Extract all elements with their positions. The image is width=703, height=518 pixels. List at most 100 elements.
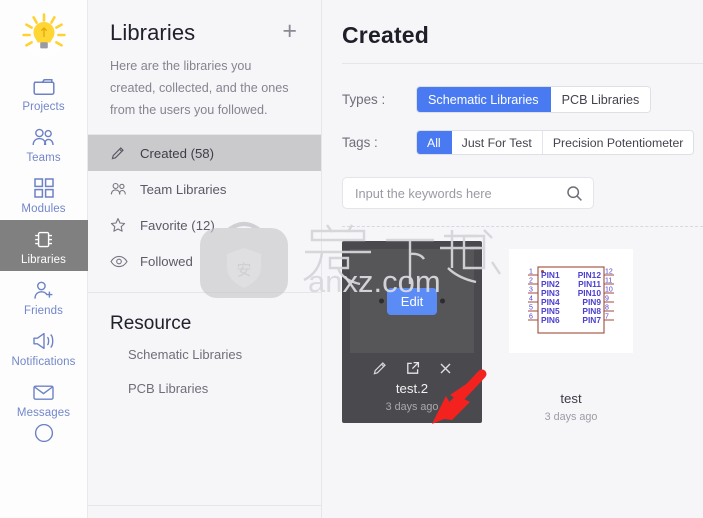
- icon-rail: Projects Teams Modules Libraries Friends…: [0, 0, 88, 518]
- panel-title: Libraries: [110, 20, 196, 45]
- card-timestamp: 3 days ago: [544, 411, 598, 423]
- users-icon: [110, 181, 129, 197]
- sidebar-label-libraries: Libraries: [20, 254, 66, 266]
- resource-label-pcb: PCB Libraries: [128, 380, 209, 396]
- sidebar-item-projects[interactable]: Projects: [0, 67, 88, 118]
- panel-label-created: Created (58): [140, 145, 215, 161]
- close-x-icon[interactable]: [438, 361, 453, 376]
- tags-filter-row: Tags : All Just For Test Precision Poten…: [342, 130, 703, 155]
- plus-icon[interactable]: +: [280, 19, 299, 44]
- app-logo[interactable]: [20, 11, 68, 59]
- schematic-symbol-icon: 1 2 3 4 5 6 12 11 10 9 8 7 PIN1 PIN2 PIN…: [528, 266, 614, 334]
- library-card[interactable]: 1 2 3 4 5 6 12 11 10 9 8 7 PIN1 PIN2 PIN…: [502, 241, 640, 423]
- sidebar-label-teams: Teams: [26, 152, 61, 164]
- panel-divider-bottom: [88, 505, 321, 506]
- panel-nav-list: Created (58) Team Libraries Favorite (12…: [88, 135, 321, 279]
- title-divider: [342, 63, 703, 64]
- library-card-grid: Edit test.2 3 days ago 1 2 3 4 5 6 12 11…: [342, 241, 703, 423]
- search-input[interactable]: [355, 185, 566, 201]
- panel-item-team-libraries[interactable]: Team Libraries: [88, 171, 321, 207]
- svg-text:8: 8: [605, 305, 609, 312]
- svg-text:10: 10: [605, 287, 613, 294]
- tags-label: Tags :: [342, 135, 378, 150]
- section-divider-dashed: [342, 226, 703, 227]
- svg-text:3: 3: [529, 287, 533, 294]
- search-row: [342, 177, 703, 209]
- panel-item-followed[interactable]: Followed: [88, 243, 321, 279]
- svg-text:12: 12: [605, 269, 613, 276]
- panel-label-favorite: Favorite (12): [140, 217, 215, 233]
- library-card-selected[interactable]: Edit test.2 3 days ago: [342, 241, 482, 423]
- panel-label-team-libraries: Team Libraries: [140, 181, 227, 197]
- main-content: Created Types : Schematic Libraries PCB …: [322, 0, 703, 518]
- panel-description: Here are the libraries you created, coll…: [110, 59, 289, 117]
- envelope-icon: [31, 380, 56, 404]
- sidebar-item-overflow[interactable]: [0, 424, 88, 442]
- eye-icon: [110, 253, 129, 269]
- type-option-schematic-libraries[interactable]: Schematic Libraries: [417, 87, 551, 112]
- sidebar-item-modules[interactable]: Modules: [0, 169, 88, 220]
- sidebar-label-messages: Messages: [16, 407, 71, 419]
- sidebar-label-notifications: Notifications: [11, 356, 76, 368]
- svg-text:5: 5: [529, 305, 533, 312]
- pin-dot-right: [440, 298, 446, 304]
- svg-text:PIN6: PIN6: [541, 315, 560, 325]
- circle-partial-icon: [33, 424, 55, 442]
- user-plus-icon: [32, 278, 56, 302]
- svg-text:6: 6: [529, 314, 533, 321]
- svg-text:7: 7: [605, 314, 609, 321]
- panel-header: Libraries + Here are the libraries you c…: [88, 0, 321, 121]
- card-thumbnail-symbol: 1 2 3 4 5 6 12 11 10 9 8 7 PIN1 PIN2 PIN…: [509, 249, 633, 353]
- card-title: test: [560, 391, 582, 406]
- sidebar-item-friends[interactable]: Friends: [0, 271, 88, 322]
- libraries-panel: Libraries + Here are the libraries you c…: [88, 0, 322, 518]
- card-action-bar: [350, 356, 474, 380]
- grid-squares-icon: [33, 176, 55, 200]
- types-segmented-control: Schematic Libraries PCB Libraries: [416, 86, 652, 113]
- app-window: Projects Teams Modules Libraries Friends…: [0, 0, 703, 518]
- resource-item-pcb-libraries[interactable]: PCB Libraries: [88, 371, 321, 405]
- resource-title: Resource: [110, 313, 192, 334]
- megaphone-icon: [31, 329, 56, 353]
- card-timestamp: 3 days ago: [385, 401, 439, 413]
- sidebar-label-modules: Modules: [21, 203, 66, 215]
- types-label: Types :: [342, 92, 386, 107]
- tags-segmented-control: All Just For Test Precision Potentiomete…: [416, 130, 695, 155]
- star-icon: [110, 217, 129, 233]
- resource-label-schematic: Schematic Libraries: [128, 346, 243, 362]
- svg-text:1: 1: [529, 269, 533, 276]
- svg-text:9: 9: [605, 296, 609, 303]
- chip-icon: [32, 227, 55, 251]
- search-icon[interactable]: [566, 185, 583, 202]
- pencil-icon: [110, 145, 129, 161]
- page-title: Created: [342, 22, 430, 48]
- svg-text:11: 11: [605, 278, 612, 285]
- sidebar-item-messages[interactable]: Messages: [0, 373, 88, 424]
- card-thumbnail-edit: Edit: [350, 249, 474, 353]
- tag-option-all[interactable]: All: [417, 131, 452, 154]
- pin-dot-left: [378, 298, 384, 304]
- tag-option-just-for-test[interactable]: Just For Test: [451, 131, 543, 154]
- sidebar-item-notifications[interactable]: Notifications: [0, 322, 88, 373]
- folder-icon: [32, 74, 56, 98]
- resource-item-schematic-libraries[interactable]: Schematic Libraries: [88, 337, 321, 371]
- external-link-icon[interactable]: [405, 360, 421, 376]
- panel-item-created[interactable]: Created (58): [88, 135, 321, 171]
- type-option-pcb-libraries[interactable]: PCB Libraries: [550, 87, 651, 112]
- search-box[interactable]: [342, 177, 594, 209]
- panel-item-favorite[interactable]: Favorite (12): [88, 207, 321, 243]
- svg-text:4: 4: [529, 296, 533, 303]
- tag-option-precision-potentiometer[interactable]: Precision Potentiometer: [542, 131, 694, 154]
- card-title: test.2: [395, 381, 429, 396]
- sidebar-label-friends: Friends: [23, 305, 64, 317]
- sidebar-item-teams[interactable]: Teams: [0, 118, 88, 169]
- sidebar-item-libraries[interactable]: Libraries: [0, 220, 88, 271]
- panel-label-followed: Followed: [140, 253, 193, 269]
- edit-button[interactable]: Edit: [378, 287, 446, 315]
- types-filter-row: Types : Schematic Libraries PCB Librarie…: [342, 86, 703, 113]
- svg-text:2: 2: [529, 278, 533, 285]
- sidebar-label-projects: Projects: [22, 101, 65, 113]
- svg-text:PIN7: PIN7: [582, 315, 601, 325]
- users-icon: [31, 125, 56, 149]
- edit-action-icon[interactable]: [372, 360, 388, 376]
